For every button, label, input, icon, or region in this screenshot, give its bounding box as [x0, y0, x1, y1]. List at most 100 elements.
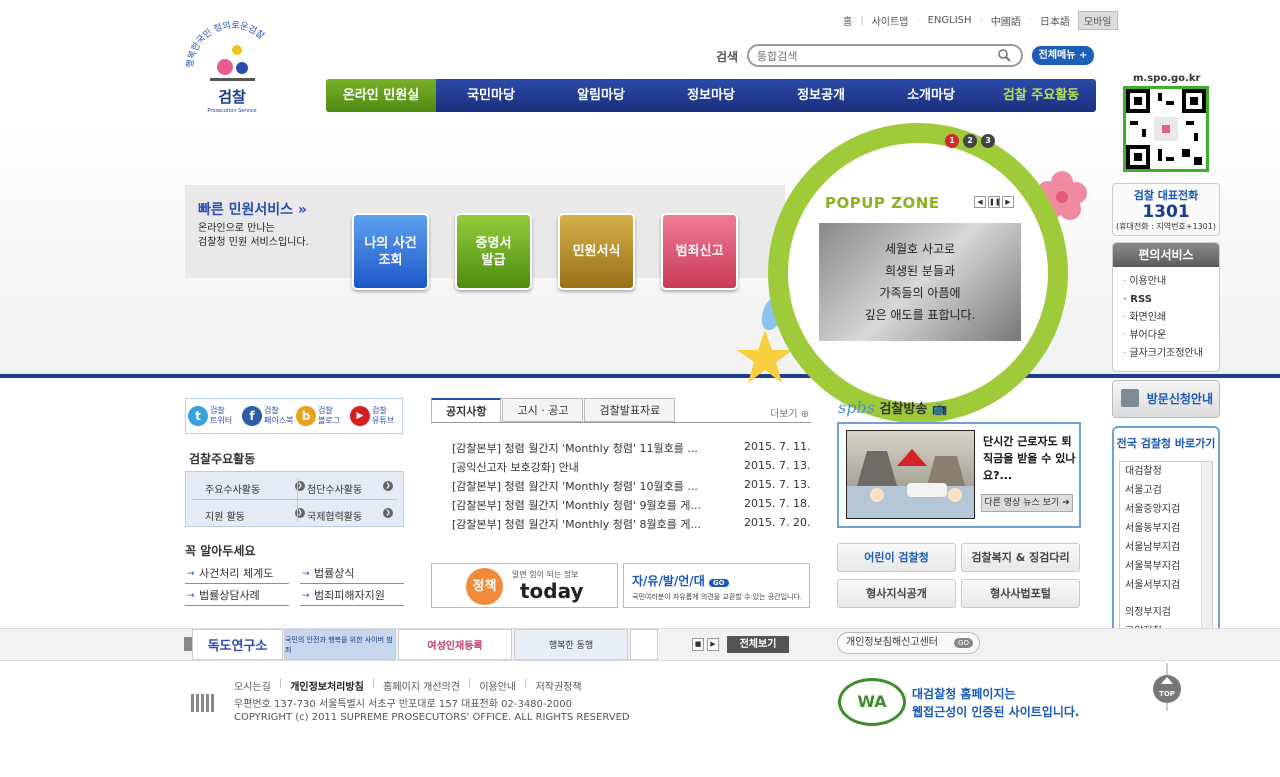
site-item[interactable]: 서울남부지검	[1120, 538, 1212, 557]
stop-icon[interactable]: ■	[692, 638, 704, 651]
banner-cyber[interactable]: 국민의 안전과 행복을 위한 사이버 범죄	[284, 629, 396, 660]
know-legal-common[interactable]: 법률상식	[300, 564, 404, 584]
play-icon[interactable]: ▶	[707, 638, 719, 651]
conv-rss[interactable]: RSS	[1123, 291, 1219, 309]
nav-notice-square[interactable]: 알림마당	[546, 79, 656, 112]
site-item[interactable]: 서울중앙지검	[1120, 500, 1212, 519]
criminal-knowledge-button[interactable]: 형사지식공개	[837, 579, 956, 608]
nav-intro[interactable]: 소개마당	[876, 79, 986, 112]
site-item[interactable]: 서울동부지검	[1120, 519, 1212, 538]
search-input[interactable]	[757, 47, 987, 65]
nav-online-civil[interactable]: 온라인 민원실	[326, 79, 436, 112]
more-link[interactable]: 더보기 ⊕	[770, 405, 809, 420]
list-item[interactable]: [감찰본부] 청렴 월간지 'Monthly 청렴' 10월호를 ... 2015…	[452, 478, 812, 494]
prev-icon[interactable]: ◀	[974, 196, 986, 208]
banner-dokdo[interactable]: 독도연구소	[192, 629, 283, 660]
crime-report-button[interactable]: 범죄신고	[661, 213, 738, 290]
pause-icon[interactable]: ❚❚	[988, 196, 1001, 208]
list-item[interactable]: [공익신고자 보호강화] 안내 2015. 7. 13.	[452, 459, 812, 475]
nav-info-square[interactable]: 정보마당	[656, 79, 766, 112]
activity-international[interactable]: 국제협력활동	[307, 508, 393, 523]
home-link[interactable]: 홈	[843, 13, 852, 28]
footer-privacy-policy[interactable]: 개인정보처리방침	[290, 678, 364, 693]
activity-main-investigation[interactable]: 주요수사활동	[205, 481, 305, 496]
top-button[interactable]: TOP	[1152, 663, 1182, 711]
site-item[interactable]: 서울북부지검	[1120, 557, 1212, 576]
spbs-headline[interactable]: 단시간 근로자도 퇴직금을 받을 수 있나요?...	[983, 433, 1076, 484]
logo[interactable]: 행복한국민 정의로운검찰 검찰 Prosecution Service	[184, 20, 280, 115]
civil-forms-button[interactable]: 민원서식	[558, 213, 635, 290]
twitter-link[interactable]: t 검찰 트위터	[186, 399, 240, 433]
search-icon[interactable]	[998, 49, 1011, 65]
sns-label: 블로그	[318, 416, 341, 425]
blog-icon: b	[296, 406, 316, 426]
banner-women-talent[interactable]: 여성인재등록	[398, 629, 512, 660]
activity-support[interactable]: 지원 활동	[205, 508, 305, 523]
conv-print[interactable]: 화면인쇄	[1123, 309, 1219, 327]
sites-scrollbar[interactable]	[1201, 462, 1212, 646]
privacy-label: 개인정보침해신고센터	[846, 637, 938, 648]
privacy-report-button[interactable]: 개인정보침해신고센터 GO	[837, 632, 980, 654]
site-item[interactable]: 대검찰청	[1120, 462, 1212, 481]
know-case-flow[interactable]: 사건처리 체계도	[185, 564, 289, 584]
popup-line: 희생된 분들과	[884, 264, 956, 278]
sns-links: t 검찰 트위터 f 검찰 페이스북 b 검찰 블로그 ▶ 검찰 유튜브	[185, 398, 403, 434]
spbs-more-button[interactable]: 다른 영상 뉴스 보기 ➜	[981, 494, 1073, 512]
conv-usage[interactable]: 이용안내	[1123, 273, 1219, 291]
english-link[interactable]: ENGLISH	[928, 15, 972, 26]
sitemap-link[interactable]: 사이트맵	[872, 13, 909, 28]
visit-request-button[interactable]: 방문신청안내	[1112, 380, 1220, 418]
site-item[interactable]: 서울서부지검	[1120, 576, 1212, 595]
banner-happy[interactable]: 행복한 동행	[514, 629, 628, 660]
popup-page-1[interactable]: 1	[945, 134, 959, 148]
my-case-button[interactable]: 나의 사건 조회	[352, 213, 429, 290]
all-menu-button[interactable]: 전체메뉴 +	[1032, 46, 1094, 65]
site-item[interactable]: 서울고검	[1120, 481, 1212, 500]
popup-page-3[interactable]: 3	[981, 134, 995, 148]
next-icon[interactable]: ▶	[1002, 196, 1014, 208]
tab-notice[interactable]: 공지사항	[431, 398, 502, 422]
qr-code[interactable]	[1123, 86, 1209, 172]
popup-banner[interactable]: 세월호 사고로 희생된 분들과 가족들의 아픔에 깊은 애도를 표합니다.	[819, 223, 1021, 341]
activity-advanced-investigation[interactable]: 첨단수사활동	[307, 481, 393, 496]
tab-press[interactable]: 검찰발표자료	[584, 398, 676, 422]
hero-divider	[0, 374, 1280, 378]
strip-prev-icon[interactable]	[184, 637, 192, 651]
sites-list[interactable]: 대검찰청 서울고검 서울중앙지검 서울동부지검 서울남부지검 서울북부지검 서울…	[1119, 461, 1213, 647]
search-label: 검색	[716, 50, 739, 64]
nav-main-activities[interactable]: 검찰 주요활동	[986, 79, 1096, 112]
logo-name: 검찰	[218, 88, 246, 106]
list-item[interactable]: [감찰본부] 청렴 월간지 'Monthly 청렴' 9월호를 게... 2015…	[452, 497, 812, 513]
know-legal-consult[interactable]: 법률상담사례	[185, 586, 289, 606]
free-speech-banner[interactable]: 자/유/발/언/대 GO 국민여러분이 자유롭게 의견을 교환할 수 있는 공간…	[623, 563, 810, 608]
welfare-button[interactable]: 검찰복지 & 징검다리	[961, 543, 1080, 572]
chinese-link[interactable]: 中國語	[991, 13, 1021, 28]
list-item[interactable]: [감찰본부] 청렴 월간지 'Monthly 청렴' 8월호를 게... 2015…	[452, 516, 812, 532]
mobile-button[interactable]: 모바일	[1077, 11, 1118, 30]
youtube-link[interactable]: ▶ 검찰 유튜브	[348, 399, 402, 433]
kids-prosecution-button[interactable]: 어린이 검찰청	[837, 543, 956, 572]
blog-link[interactable]: b 검찰 블로그	[294, 399, 348, 433]
nav-public-square[interactable]: 국민마당	[436, 79, 546, 112]
criminal-portal-button[interactable]: 형사사법포털	[961, 579, 1080, 608]
popup-page-2[interactable]: 2	[963, 134, 977, 148]
footer-copyright-policy[interactable]: 저작권정책	[536, 678, 582, 693]
popup-line: 가족들의 아픔에	[879, 286, 961, 300]
spbs-video-thumbnail[interactable]	[846, 430, 975, 519]
list-item[interactable]: [감찰본부] 청렴 월간지 'Monthly 청렴' 11월호를 ... 2015…	[452, 440, 812, 456]
view-all-button[interactable]: 전체보기	[727, 636, 789, 653]
footer-feedback[interactable]: 홈페이지 개선의견	[383, 678, 460, 693]
footer-directions[interactable]: 오시는길	[234, 678, 271, 693]
japanese-link[interactable]: 日本語	[1040, 13, 1070, 28]
banner-next-partial[interactable]	[630, 629, 658, 660]
facebook-link[interactable]: f 검찰 페이스북	[240, 399, 294, 433]
conv-fontsize[interactable]: 글자크기조정안내	[1123, 345, 1219, 363]
policy-today-banner[interactable]: 정책 알면 힘이 되는 정보 today	[431, 563, 618, 608]
nav-info-disclosure[interactable]: 정보공개	[766, 79, 876, 112]
tab-announcement[interactable]: 고시 · 공고	[502, 398, 584, 422]
certificate-button[interactable]: 증명서 발급	[455, 213, 532, 290]
conv-viewer[interactable]: 뷰어다운	[1123, 327, 1219, 345]
footer-usage[interactable]: 이용안내	[479, 678, 516, 693]
site-item[interactable]: 의정부지검	[1120, 603, 1212, 622]
know-victim-support[interactable]: 범죄피해자지원	[300, 586, 404, 606]
